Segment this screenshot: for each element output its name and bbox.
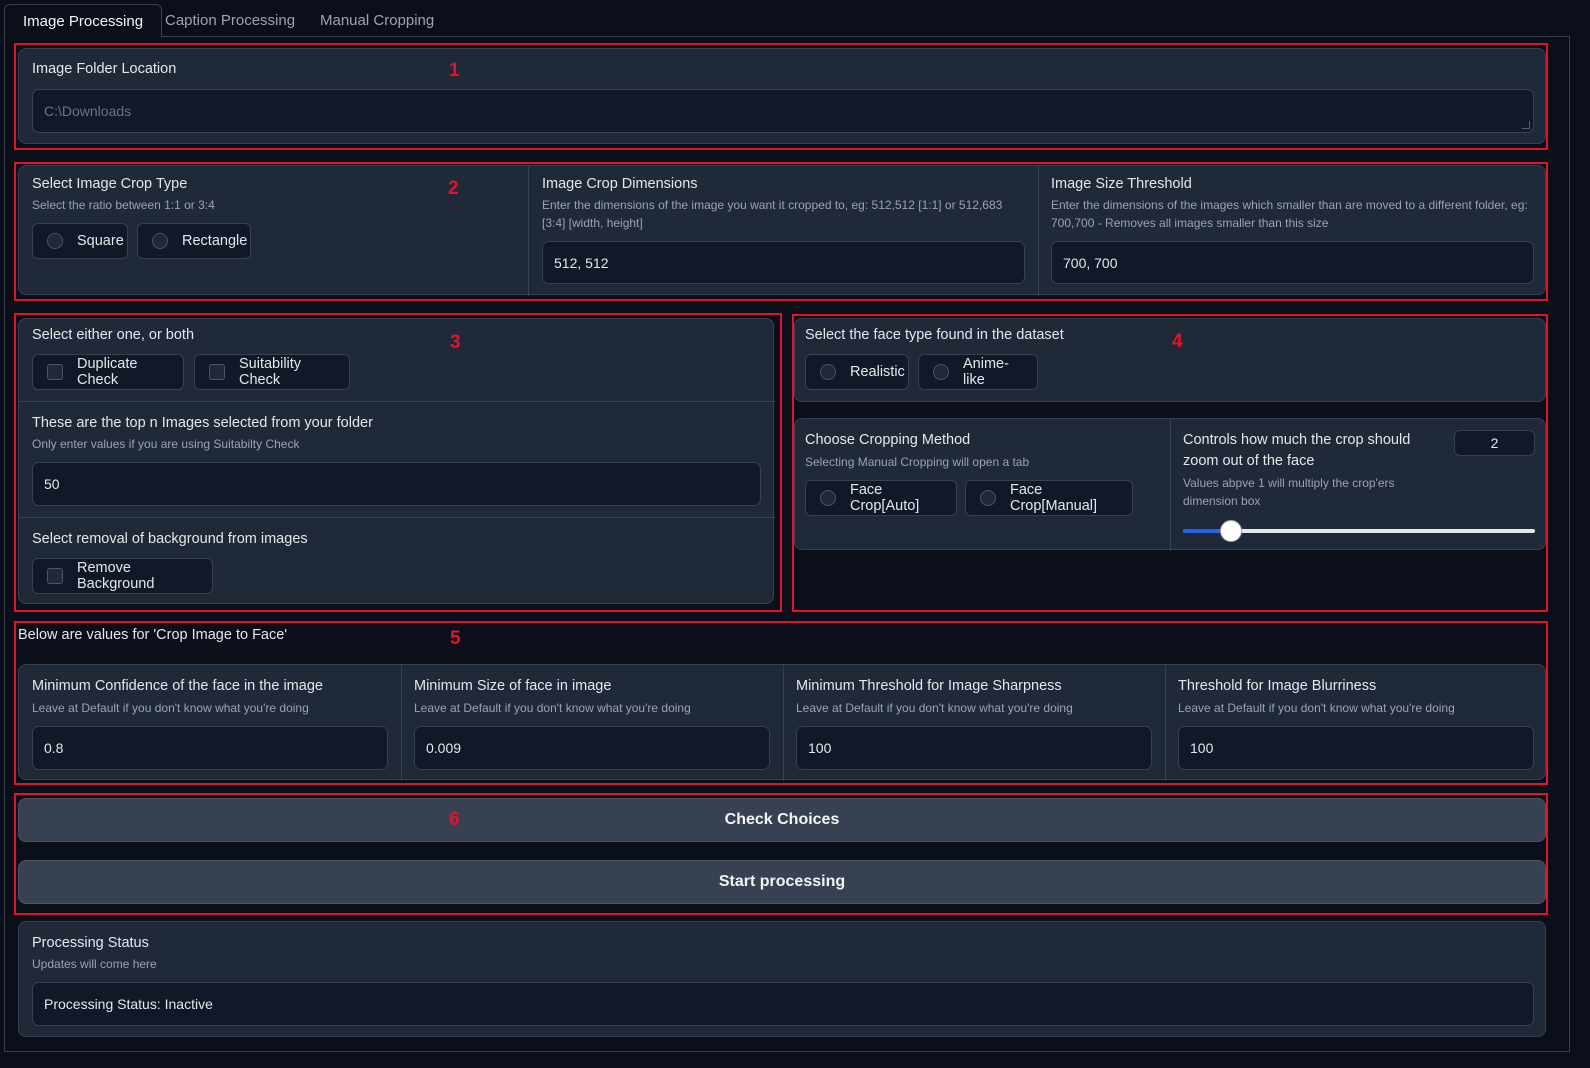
status-output: Processing Status: Inactive xyxy=(32,982,1534,1026)
status-label: Processing Status xyxy=(32,935,149,951)
marker-1: 1 xyxy=(449,60,460,81)
highlight-box-5 xyxy=(14,621,1548,785)
tab-manual-cropping[interactable]: Manual Cropping xyxy=(302,4,452,37)
tab-caption-processing[interactable]: Caption Processing xyxy=(147,4,313,37)
highlight-box-1 xyxy=(14,43,1548,150)
processing-status-panel: Processing Status Updates will come here… xyxy=(18,921,1546,1037)
highlight-box-4 xyxy=(792,314,1548,612)
marker-5: 5 xyxy=(450,628,461,649)
marker-2: 2 xyxy=(448,178,459,199)
tab-image-processing[interactable]: Image Processing xyxy=(4,4,163,38)
highlight-box-6 xyxy=(14,793,1548,915)
highlight-box-3 xyxy=(14,313,782,612)
marker-4: 4 xyxy=(1172,331,1183,352)
marker-3: 3 xyxy=(450,332,461,353)
status-info: Updates will come here xyxy=(32,957,157,971)
highlight-box-2 xyxy=(14,162,1548,301)
marker-6: 6 xyxy=(449,809,460,830)
tab-bar: Image Processing Caption Processing Manu… xyxy=(4,4,1570,38)
